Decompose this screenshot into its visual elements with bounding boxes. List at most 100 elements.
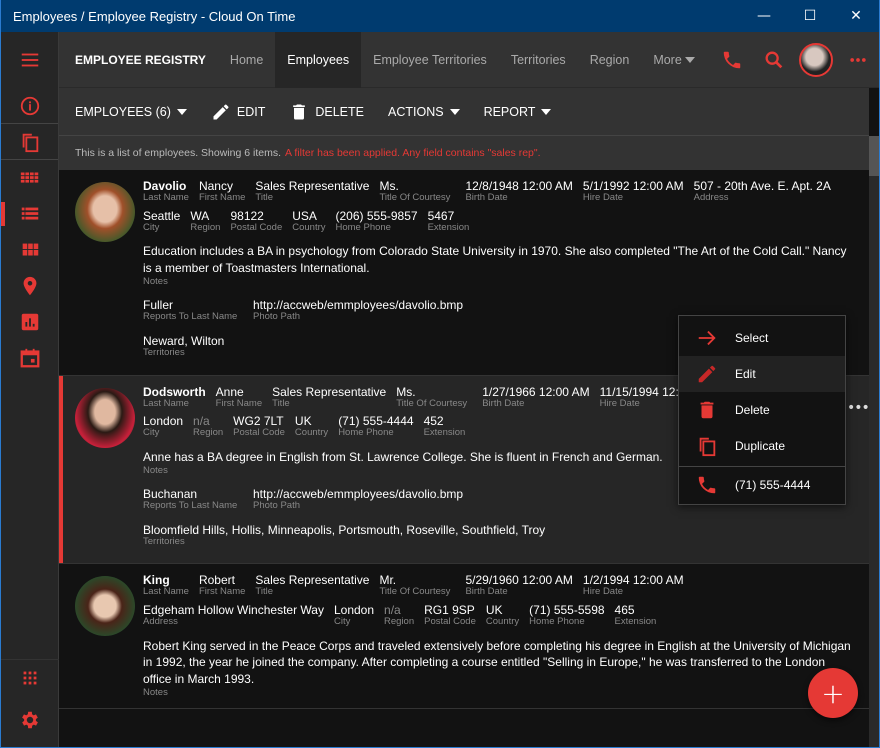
sidebar-chart-view[interactable] [1, 304, 58, 340]
field-label: Home Phone [529, 616, 585, 628]
copy-icon [699, 437, 716, 457]
field-label: Birth Date [465, 586, 508, 598]
list-icon [21, 207, 38, 220]
actions-menu-button[interactable]: ACTIONS [388, 105, 460, 119]
home-phone-value[interactable]: (206) 555-9857 [336, 209, 418, 223]
field-label: Birth Date [465, 192, 508, 204]
sidebar-info[interactable] [1, 88, 58, 124]
sidebar-list-view[interactable] [1, 196, 58, 232]
field-label: Territories [143, 535, 185, 547]
maximize-button[interactable]: ☐ [787, 0, 833, 32]
tab-employee-territories[interactable]: Employee Territories [361, 32, 499, 88]
info-icon [20, 96, 39, 115]
field-label: Extension [423, 427, 466, 439]
more-options-button[interactable] [837, 32, 879, 88]
search-icon [765, 51, 783, 68]
field-label: Title Of Courtesy [379, 586, 451, 598]
field-label: Postal Code [230, 221, 283, 233]
tab-territories[interactable]: Territories [499, 32, 578, 88]
title-bar: Employees / Employee Registry - Cloud On… [1, 0, 879, 32]
search-button[interactable] [753, 32, 795, 88]
tab-home[interactable]: Home [218, 32, 275, 88]
list-item[interactable]: King Last Name Robert First Name Sales Rep… [59, 564, 869, 710]
field-label: Reports To Last Name [143, 500, 238, 512]
calendar-icon [20, 348, 39, 368]
filter-text[interactable]: A filter has been applied. Any field con… [285, 147, 541, 159]
sidebar-apps[interactable] [1, 659, 59, 695]
field-label: Country [294, 427, 329, 439]
report-label: REPORT [483, 104, 536, 119]
field-label: City [143, 221, 160, 233]
scrollbar-thumb[interactable] [869, 136, 879, 176]
sidebar [1, 32, 59, 747]
add-button[interactable]: + [808, 668, 858, 718]
menu-item-label: Edit [735, 367, 756, 381]
field-label: Address [143, 616, 178, 628]
map-pin-icon [23, 276, 36, 296]
apps-icon [23, 671, 37, 684]
field-label: Region [193, 427, 224, 439]
delete-button[interactable]: DELETE [289, 102, 364, 122]
first-name-value: Anne [215, 384, 244, 399]
action-toolbar: EMPLOYEES (6) EDIT DELETE ACTIONS REPORT [59, 88, 869, 136]
sidebar-cards-view[interactable] [1, 232, 58, 268]
hamburger-menu-button[interactable] [1, 32, 58, 88]
notes-value: Education includes a BA in psychology fr… [143, 244, 847, 276]
field-label: Photo Path [253, 500, 301, 512]
report-menu-button[interactable]: REPORT [484, 105, 552, 119]
chevron-down-icon [449, 108, 460, 115]
row-more-button[interactable]: ••• [847, 400, 870, 416]
employee-photo [75, 576, 135, 637]
scrollbar[interactable] [869, 136, 879, 747]
hamburger-icon [21, 53, 38, 67]
chevron-down-icon [685, 56, 696, 63]
birth-date-value: 1/27/1966 12:00 AM [482, 384, 590, 399]
app-brand: EMPLOYEE REGISTRY [75, 52, 206, 67]
menu-item-duplicate[interactable]: Duplicate [679, 428, 845, 464]
delete-label: DELETE [315, 104, 364, 119]
field-label: Title [272, 397, 290, 409]
sidebar-settings[interactable] [1, 702, 59, 738]
sidebar-duplicate[interactable] [1, 124, 58, 160]
notes-value: Robert King served in the Peace Corps an… [143, 638, 851, 687]
city-value: Seattle [143, 208, 181, 223]
trash-icon [293, 104, 306, 119]
field-label: Territories [143, 347, 185, 359]
close-button[interactable]: ✕ [833, 0, 879, 32]
region-value: WA [190, 208, 210, 223]
actions-label: ACTIONS [388, 104, 444, 119]
copy-icon [22, 133, 38, 152]
country-value: USA [292, 208, 317, 223]
tab-employees[interactable]: Employees [275, 31, 362, 88]
edit-label: EDIT [236, 104, 266, 119]
app-window: Employees / Employee Registry - Cloud On… [0, 0, 880, 748]
field-label: Notes [143, 275, 168, 287]
gear-icon [22, 711, 38, 729]
edit-button[interactable]: EDIT [211, 102, 265, 122]
phone-button[interactable] [711, 32, 753, 88]
employee-photo [75, 182, 135, 242]
field-label: Home Phone [338, 427, 394, 439]
minimize-button[interactable]: — [741, 0, 787, 32]
menu-item-select[interactable]: Select [679, 320, 845, 356]
courtesy-value: Ms. [396, 384, 416, 399]
menu-item-phone[interactable]: (71) 555-4444 [679, 466, 845, 502]
context-menu: Select Edit Delete Duplicate (71) 555-44… [678, 315, 846, 505]
pencil-icon [213, 104, 229, 119]
top-navigation: EMPLOYEE REGISTRY Home Employees Employe… [59, 31, 879, 88]
tab-more[interactable]: More [641, 32, 707, 88]
sidebar-calendar-view[interactable] [1, 340, 58, 376]
tab-region[interactable]: Region [578, 32, 642, 88]
last-name-value: Dodsworth [143, 384, 206, 399]
menu-item-delete[interactable]: Delete [679, 392, 845, 428]
field-label: Postal Code [233, 427, 285, 439]
arrow-right-icon [698, 330, 716, 346]
view-selector-button[interactable]: EMPLOYEES (6) [75, 105, 187, 119]
menu-item-edit[interactable]: Edit [679, 356, 845, 392]
chart-icon [21, 313, 38, 331]
field-label: Hire Date [582, 586, 624, 598]
sidebar-grid-view[interactable] [1, 160, 58, 196]
user-avatar-button[interactable] [795, 32, 837, 88]
field-label: Country [292, 221, 326, 233]
sidebar-map-view[interactable] [1, 268, 58, 304]
